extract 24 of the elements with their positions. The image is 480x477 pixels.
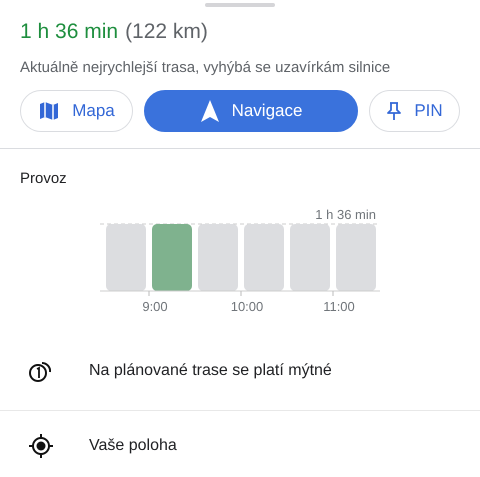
info-text: Na plánované trase se platí mýtné xyxy=(89,362,332,380)
section-title: Provoz xyxy=(20,170,67,187)
map-icon xyxy=(38,100,60,122)
drag-handle[interactable] xyxy=(205,3,275,7)
pushpin-icon xyxy=(386,101,402,121)
duration-text: 1 h 36 min xyxy=(20,20,118,44)
traffic-bar[interactable] xyxy=(290,224,330,291)
time-label: 10:00 xyxy=(230,299,264,314)
route-description: Aktuálně nejrychlejší trasa, vyhýbá se uzavírkám silnice xyxy=(20,59,392,76)
traffic-bar[interactable] xyxy=(106,224,146,291)
max-time-label: 1 h 36 min xyxy=(315,207,376,222)
traffic-bar[interactable] xyxy=(152,224,192,291)
traffic-bar[interactable] xyxy=(336,224,376,291)
navigation-arrow-icon xyxy=(200,99,220,123)
info-text: Vaše poloha xyxy=(89,436,177,454)
distance-text: (122 km) xyxy=(125,20,208,44)
time-label: 9:00 xyxy=(142,299,168,314)
traffic-bar[interactable] xyxy=(198,224,238,291)
navigation-button[interactable]: Navigace xyxy=(144,90,358,132)
traffic-bar[interactable] xyxy=(244,224,284,291)
map-button[interactable]: Mapa xyxy=(20,90,133,132)
pin-button[interactable]: PIN xyxy=(369,90,460,132)
time-label: 11:00 xyxy=(323,299,355,314)
my-location-icon xyxy=(28,432,54,458)
